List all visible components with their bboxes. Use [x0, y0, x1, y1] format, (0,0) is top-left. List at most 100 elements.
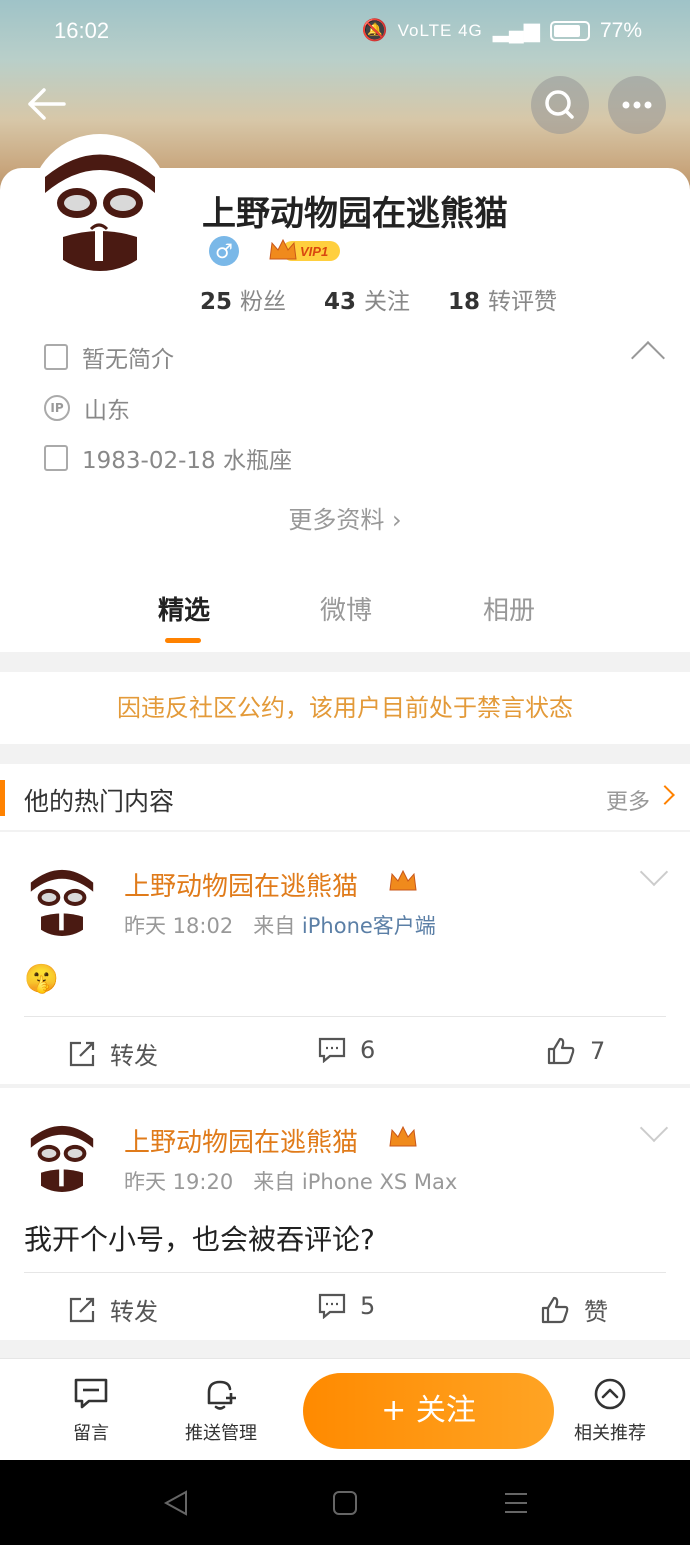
tab-featured[interactable]: 精选	[158, 590, 210, 627]
post-from-label: 来自	[253, 914, 296, 938]
post-source[interactable]: iPhone客户端	[302, 914, 436, 938]
followers-stat[interactable]: 25 粉丝	[200, 282, 286, 316]
push-management-label: 推送管理	[185, 1423, 257, 1444]
location-row: IP 山东	[44, 391, 130, 425]
thumbs-up-icon	[547, 1037, 575, 1065]
related-recommendations-label: 相关推荐	[574, 1423, 646, 1444]
male-gender-icon: ♂	[209, 236, 239, 266]
bio-text: 暂无简介	[82, 347, 174, 373]
search-button[interactable]	[531, 76, 589, 134]
follow-button[interactable]: + 关注	[303, 1373, 554, 1449]
related-recommendations-button[interactable]: 相关推荐	[555, 1377, 665, 1445]
repost-icon	[69, 1297, 95, 1322]
profile-name: 上野动物园在逃熊猫	[202, 194, 508, 234]
svg-text:VIP1: VIP1	[300, 244, 328, 259]
signal-label: VoLTE 4G	[397, 20, 483, 40]
like-button[interactable]: 赞	[540, 1292, 608, 1327]
repost-button[interactable]: 转发	[68, 1292, 158, 1327]
hot-content-header: 他的热门内容 更多	[0, 764, 690, 830]
vip-crown-icon: VIP1	[269, 238, 340, 261]
comment-button[interactable]: 6	[318, 1036, 375, 1064]
comment-icon	[318, 1037, 346, 1063]
bell-plus-icon	[207, 1380, 236, 1410]
panda-avatar-icon	[24, 1116, 100, 1192]
location-text: 山东	[84, 398, 130, 424]
ip-location-icon: IP	[44, 395, 70, 421]
message-button[interactable]: 留言	[36, 1377, 146, 1445]
thumbs-up-icon	[541, 1296, 569, 1323]
comment-count: 5	[360, 1292, 376, 1320]
section-accent-bar	[0, 780, 5, 816]
status-bar: 16:02 🔕 VoLTE 4G ▂▄▆ 77%	[0, 0, 690, 64]
battery-icon	[549, 20, 590, 41]
post-author-avatar[interactable]	[24, 1116, 100, 1192]
ban-notice: 因违反社区公约，该用户目前处于禁言状态	[0, 672, 690, 744]
push-management-button[interactable]: 推送管理	[166, 1377, 276, 1445]
chevron-up-circle-icon	[594, 1378, 626, 1410]
post-menu-chevron-icon[interactable]	[639, 1113, 669, 1143]
like-button[interactable]: 7	[546, 1036, 605, 1066]
battery-level: 77%	[599, 18, 642, 42]
vip-crown-icon	[389, 1125, 417, 1147]
mute-icon: 🔕	[361, 18, 388, 42]
comment-button[interactable]: 5	[318, 1292, 375, 1320]
vip-badge[interactable]: VIP1	[268, 237, 342, 263]
following-stat[interactable]: 43 关注	[324, 282, 410, 316]
bottom-action-bar: 留言 推送管理 + 关注 相关推荐	[0, 1358, 690, 1460]
profile-tabs: 精选 微博 相册	[0, 590, 690, 640]
post-author-avatar[interactable]	[24, 860, 100, 936]
calendar-icon	[44, 445, 68, 471]
post-time: 昨天 18:02	[124, 914, 234, 938]
birthday-row: 1983-02-18 水瓶座	[44, 441, 292, 475]
profile-avatar[interactable]	[30, 134, 170, 274]
panda-avatar-icon	[33, 137, 167, 271]
post-meta: 昨天 19:20 来自 iPhone XS Max	[124, 1166, 457, 1196]
like-label: 赞	[584, 1298, 608, 1326]
system-navigation-bar	[0, 1460, 690, 1545]
panda-avatar-icon	[24, 860, 100, 936]
status-icons: 🔕 VoLTE 4G ▂▄▆ 77%	[361, 18, 642, 43]
profile-stats: 25 粉丝 43 关注 18 转评赞	[200, 282, 557, 316]
post-author-name[interactable]: 上野动物园在逃熊猫	[124, 1122, 358, 1159]
repost-label: 转发	[110, 1298, 158, 1326]
signal-bars-icon: ▂▄▆	[492, 19, 540, 42]
chevron-right-icon[interactable]	[655, 785, 675, 805]
bio-row: 暂无简介	[44, 340, 174, 374]
document-icon	[44, 344, 68, 370]
like-count: 7	[590, 1037, 606, 1065]
tab-weibo[interactable]: 微博	[320, 590, 372, 627]
back-icon[interactable]	[24, 84, 68, 124]
post-source: iPhone XS Max	[301, 1170, 458, 1194]
repost-label: 转发	[110, 1042, 158, 1070]
status-time: 16:02	[54, 18, 110, 43]
hot-content-title: 他的热门内容	[24, 787, 175, 816]
post-divider	[24, 1016, 666, 1017]
message-icon	[74, 1378, 108, 1409]
birthday-text: 1983-02-18 水瓶座	[82, 448, 292, 474]
repost-button[interactable]: 转发	[68, 1036, 158, 1071]
post-menu-chevron-icon[interactable]	[639, 857, 669, 887]
comment-icon	[318, 1293, 346, 1319]
post-from-label: 来自	[253, 1170, 296, 1194]
post-author-name[interactable]: 上野动物园在逃熊猫	[124, 866, 358, 903]
nav-menu-icon[interactable]	[505, 1493, 527, 1513]
comment-count: 6	[360, 1036, 376, 1064]
search-icon	[545, 90, 574, 119]
post-time: 昨天 19:20	[124, 1170, 234, 1194]
nav-back-icon[interactable]	[163, 1490, 187, 1516]
post-content: 我开个小号，也会被吞评论?	[24, 1223, 375, 1256]
post-content: 🤫	[24, 962, 59, 995]
post-meta: 昨天 18:02 来自 iPhone客户端	[124, 910, 436, 940]
post-card[interactable]: 上野动物园在逃熊猫 昨天 18:02 来自 iPhone客户端 🤫 转发 6 7	[0, 832, 690, 1084]
post-divider	[24, 1272, 666, 1273]
post-card[interactable]: 上野动物园在逃熊猫 昨天 19:20 来自 iPhone XS Max 我开个小…	[0, 1088, 690, 1340]
more-options-button[interactable]	[608, 76, 666, 134]
interactions-stat[interactable]: 18 转评赞	[448, 282, 557, 316]
nav-home-icon[interactable]	[333, 1491, 357, 1515]
more-info-link[interactable]: 更多资料 ›	[0, 500, 690, 535]
active-tab-indicator	[165, 638, 201, 643]
repost-icon	[69, 1041, 95, 1066]
hot-content-more-link[interactable]: 更多	[606, 784, 650, 816]
message-label: 留言	[73, 1423, 109, 1444]
tab-album[interactable]: 相册	[483, 590, 535, 627]
